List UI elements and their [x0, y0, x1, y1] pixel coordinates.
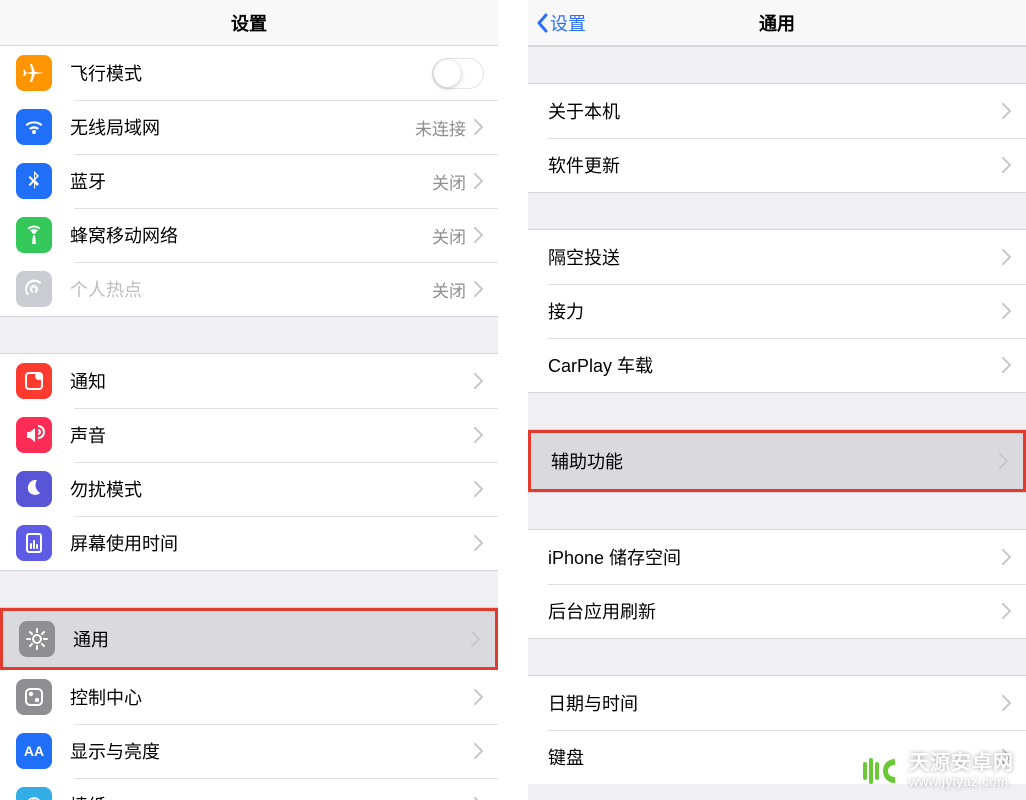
chevron-right-icon	[474, 535, 484, 551]
control-center-icon	[16, 679, 52, 715]
control-label: 控制中心	[70, 684, 474, 710]
row-airdrop[interactable]: 隔空投送	[528, 230, 1026, 284]
sounds-icon	[16, 417, 52, 453]
chevron-right-icon	[474, 373, 484, 389]
chevron-right-icon	[474, 227, 484, 243]
airplane-toggle[interactable]	[432, 58, 484, 89]
row-software-update[interactable]: 软件更新	[528, 138, 1026, 192]
chevron-right-icon	[471, 631, 481, 647]
airplane-label: 飞行模式	[70, 60, 432, 86]
left-title: 设置	[231, 10, 267, 36]
row-wifi[interactable]: 无线局域网 未连接	[0, 100, 498, 154]
highlight-accessibility: 辅助功能	[528, 430, 1026, 492]
display-label: 显示与亮度	[70, 738, 474, 764]
airdrop-label: 隔空投送	[548, 244, 1002, 270]
chevron-right-icon	[1002, 303, 1012, 319]
row-accessibility[interactable]: 辅助功能	[531, 433, 1023, 489]
airplane-icon	[16, 55, 52, 91]
right-title: 通用	[759, 10, 795, 36]
cellular-label: 蜂窝移动网络	[70, 222, 432, 248]
sounds-label: 声音	[70, 422, 474, 448]
row-about[interactable]: 关于本机	[528, 84, 1026, 138]
handoff-label: 接力	[548, 298, 1002, 324]
highlight-general: 通用	[0, 608, 498, 670]
notifications-icon	[16, 363, 52, 399]
row-wallpaper[interactable]: 墙纸	[0, 778, 498, 800]
chevron-right-icon	[1002, 357, 1012, 373]
row-bluetooth[interactable]: 蓝牙 关闭	[0, 154, 498, 208]
svg-text:AA: AA	[24, 743, 44, 759]
accessibility-label: 辅助功能	[551, 448, 999, 474]
datetime-label: 日期与时间	[548, 690, 1002, 716]
wallpaper-icon	[16, 787, 52, 800]
bluetooth-value: 关闭	[432, 169, 466, 194]
row-carplay[interactable]: CarPlay 车载	[528, 338, 1026, 392]
chevron-right-icon	[1002, 157, 1012, 173]
hotspot-icon	[16, 271, 52, 307]
watermark: 天源安卓网 www.jytyaz.com	[861, 752, 1014, 790]
chevron-right-icon	[999, 453, 1009, 469]
chevron-right-icon	[1002, 549, 1012, 565]
cellular-icon	[16, 217, 52, 253]
row-datetime[interactable]: 日期与时间	[528, 676, 1026, 730]
chevron-right-icon	[474, 743, 484, 759]
general-pane: 设置 通用 关于本机 软件更新 隔空投送 接力	[528, 0, 1026, 800]
row-notifications[interactable]: 通知	[0, 354, 498, 408]
wallpaper-label: 墙纸	[70, 792, 474, 800]
dnd-label: 勿扰模式	[70, 476, 474, 502]
chevron-right-icon	[474, 281, 484, 297]
chevron-right-icon	[474, 427, 484, 443]
row-control-center[interactable]: 控制中心	[0, 670, 498, 724]
chevron-right-icon	[474, 119, 484, 135]
bgrefresh-label: 后台应用刷新	[548, 598, 1002, 624]
cellular-value: 关闭	[432, 223, 466, 248]
about-label: 关于本机	[548, 98, 1002, 124]
storage-label: iPhone 储存空间	[548, 544, 1002, 570]
bluetooth-label: 蓝牙	[70, 168, 432, 194]
hotspot-value: 关闭	[432, 277, 466, 302]
left-header: 设置	[0, 0, 498, 46]
chevron-right-icon	[474, 481, 484, 497]
screentime-icon	[16, 525, 52, 561]
row-handoff[interactable]: 接力	[528, 284, 1026, 338]
row-iphone-storage[interactable]: iPhone 储存空间	[528, 530, 1026, 584]
settings-pane: 设置 飞行模式 无线局域网 未连接	[0, 0, 498, 800]
row-display[interactable]: AA 显示与亮度	[0, 724, 498, 778]
general-label: 通用	[73, 626, 471, 652]
hotspot-label: 个人热点	[70, 276, 432, 302]
row-general[interactable]: 通用	[3, 611, 495, 667]
wifi-icon	[16, 109, 52, 145]
chevron-right-icon	[474, 689, 484, 705]
general-icon	[19, 621, 55, 657]
bluetooth-icon	[16, 163, 52, 199]
notifications-label: 通知	[70, 368, 474, 394]
screentime-label: 屏幕使用时间	[70, 530, 474, 556]
row-hotspot[interactable]: 个人热点 关闭	[0, 262, 498, 316]
row-airplane-mode[interactable]: 飞行模式	[0, 46, 498, 100]
chevron-left-icon	[536, 13, 548, 33]
row-screentime[interactable]: 屏幕使用时间	[0, 516, 498, 570]
chevron-right-icon	[1002, 603, 1012, 619]
row-bg-refresh[interactable]: 后台应用刷新	[528, 584, 1026, 638]
watermark-name: 天源安卓网	[909, 752, 1014, 775]
update-label: 软件更新	[548, 152, 1002, 178]
wifi-label: 无线局域网	[70, 114, 415, 140]
row-cellular[interactable]: 蜂窝移动网络 关闭	[0, 208, 498, 262]
display-icon: AA	[16, 733, 52, 769]
dnd-icon	[16, 471, 52, 507]
row-sounds[interactable]: 声音	[0, 408, 498, 462]
chevron-right-icon	[474, 173, 484, 189]
watermark-url: www.jytyaz.com	[909, 775, 1014, 790]
row-dnd[interactable]: 勿扰模式	[0, 462, 498, 516]
right-header: 设置 通用	[528, 0, 1026, 46]
carplay-label: CarPlay 车载	[548, 352, 1002, 378]
back-button[interactable]: 设置	[536, 10, 586, 36]
wifi-value: 未连接	[415, 115, 466, 140]
chevron-right-icon	[1002, 103, 1012, 119]
watermark-logo-icon	[861, 752, 899, 790]
back-label: 设置	[550, 10, 586, 36]
chevron-right-icon	[1002, 695, 1012, 711]
chevron-right-icon	[1002, 249, 1012, 265]
